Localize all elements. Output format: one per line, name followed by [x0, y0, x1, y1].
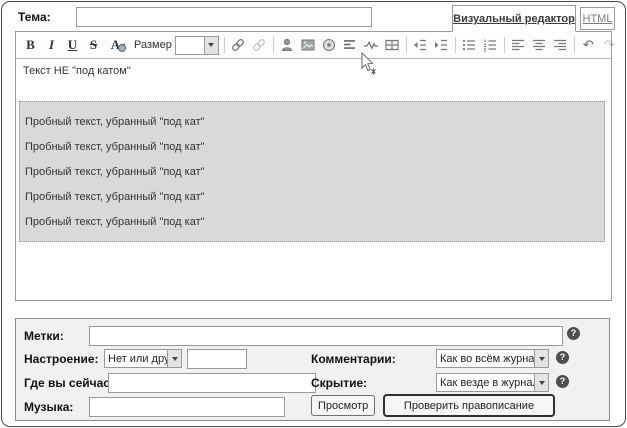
link-icon: [230, 37, 246, 53]
align-center-button[interactable]: [529, 35, 550, 55]
insert-media-button[interactable]: [319, 35, 340, 55]
poll-icon: [342, 37, 358, 53]
cut-paragraph[interactable]: Пробный текст, убранный "под кат": [25, 210, 604, 235]
table-icon: [384, 37, 400, 53]
lj-cut-block[interactable]: Пробный текст, убранный "под кат" Пробны…: [19, 101, 605, 242]
outdent-button[interactable]: [410, 35, 431, 55]
lj-cut-button[interactable]: [361, 35, 382, 55]
outdent-icon: [412, 37, 428, 53]
lj-user-button[interactable]: [277, 35, 298, 55]
comments-select[interactable]: Как во всём журнале: [436, 349, 549, 368]
align-left-icon: [510, 37, 526, 53]
cut-paragraph[interactable]: Пробный текст, убранный "под кат": [25, 185, 604, 210]
screening-label: Скрытие:: [311, 376, 367, 390]
italic-icon: I: [49, 37, 54, 53]
location-input[interactable]: [108, 373, 316, 393]
insert-poll-button[interactable]: [340, 35, 361, 55]
insert-image-button[interactable]: [298, 35, 319, 55]
font-size-label: Размер: [134, 39, 172, 51]
media-icon: [321, 37, 337, 53]
unlink-icon: [251, 37, 267, 53]
chevron-down-icon: [167, 350, 181, 367]
insert-table-button[interactable]: [382, 35, 403, 55]
tags-input[interactable]: [89, 326, 563, 346]
spellcheck-button[interactable]: Проверить правописание: [383, 394, 555, 417]
underline-button[interactable]: U: [62, 35, 83, 55]
user-icon: [279, 37, 295, 53]
color-dot-icon: [118, 44, 126, 52]
toolbar-divider: [504, 37, 505, 53]
align-center-icon: [531, 37, 547, 53]
editor-toolbar: B I U S A ▾ Размер: [16, 32, 611, 59]
toolbar-divider: [574, 37, 575, 53]
tags-help-icon[interactable]: ?: [567, 327, 580, 340]
subject-label: Тема:: [18, 10, 51, 24]
bold-button[interactable]: B: [20, 35, 41, 55]
screening-select-value: Как везде в журнале: [437, 377, 534, 389]
bullet-list-icon: [461, 37, 477, 53]
cut-paragraph[interactable]: Пробный текст, убранный "под кат": [25, 135, 604, 160]
numbered-list-button[interactable]: [480, 35, 501, 55]
comments-label: Комментарии:: [311, 352, 396, 366]
toolbar-divider: [455, 37, 456, 53]
toolbar-divider: [273, 37, 274, 53]
tab-html[interactable]: HTML: [580, 7, 615, 30]
chevron-down-icon[interactable]: [204, 37, 218, 54]
music-input[interactable]: [89, 397, 285, 417]
mood-select-value: Нет или другое:: [105, 353, 167, 365]
mood-select[interactable]: Нет или другое:: [104, 349, 182, 368]
font-size-select[interactable]: [175, 36, 219, 55]
tab-visual-editor[interactable]: Визуальный редактор: [452, 5, 576, 32]
screening-select[interactable]: Как везде в журнале: [436, 373, 549, 392]
toolbar-divider: [224, 37, 225, 53]
cut-paragraph[interactable]: Пробный текст, убранный "под кат": [25, 110, 604, 135]
undo-icon: ↶: [583, 38, 594, 53]
align-left-button[interactable]: [508, 35, 529, 55]
undo-button[interactable]: ↶: [578, 35, 599, 55]
comments-select-value: Как во всём журнале: [437, 353, 534, 365]
redo-button[interactable]: ↷: [599, 35, 620, 55]
italic-button[interactable]: I: [41, 35, 62, 55]
strikethrough-icon: S: [90, 37, 97, 53]
post-editor-window: Тема: Визуальный редактор HTML B I U S A…: [0, 0, 627, 428]
numbered-list-icon: [482, 37, 498, 53]
preview-button[interactable]: Просмотр: [311, 395, 375, 416]
music-label: Музыка:: [24, 400, 73, 414]
strikethrough-button[interactable]: S: [83, 35, 104, 55]
chevron-down-icon: [534, 350, 548, 367]
editor-area: B I U S A ▾ Размер: [15, 31, 612, 301]
mood-custom-input[interactable]: [187, 349, 247, 369]
post-options-panel: Метки: ? Настроение: Нет или другое: Ком…: [15, 318, 610, 421]
cut-icon: [363, 37, 379, 53]
insert-link-button[interactable]: [228, 35, 249, 55]
chevron-down-icon: [534, 374, 548, 391]
font-color-button[interactable]: A ▾: [104, 35, 132, 55]
indent-icon: [433, 37, 449, 53]
location-label: Где вы сейчас:: [24, 376, 114, 390]
underline-icon: U: [68, 37, 77, 53]
image-icon: [300, 37, 316, 53]
cut-paragraph[interactable]: Пробный текст, убранный "под кат": [25, 160, 604, 185]
editor-intro-paragraph[interactable]: Текст НЕ "под катом": [23, 65, 131, 77]
comments-help-icon[interactable]: ?: [556, 351, 569, 364]
redo-icon: ↷: [604, 38, 615, 53]
bullet-list-button[interactable]: [459, 35, 480, 55]
subject-input[interactable]: [76, 7, 372, 27]
tags-label: Метки:: [24, 329, 64, 343]
bold-icon: B: [26, 37, 35, 53]
remove-link-button[interactable]: [249, 35, 270, 55]
mood-label: Настроение:: [24, 352, 99, 366]
toolbar-divider: [406, 37, 407, 53]
screening-help-icon[interactable]: ?: [556, 375, 569, 388]
indent-button[interactable]: [431, 35, 452, 55]
align-right-button[interactable]: [550, 35, 571, 55]
align-right-icon: [552, 37, 568, 53]
